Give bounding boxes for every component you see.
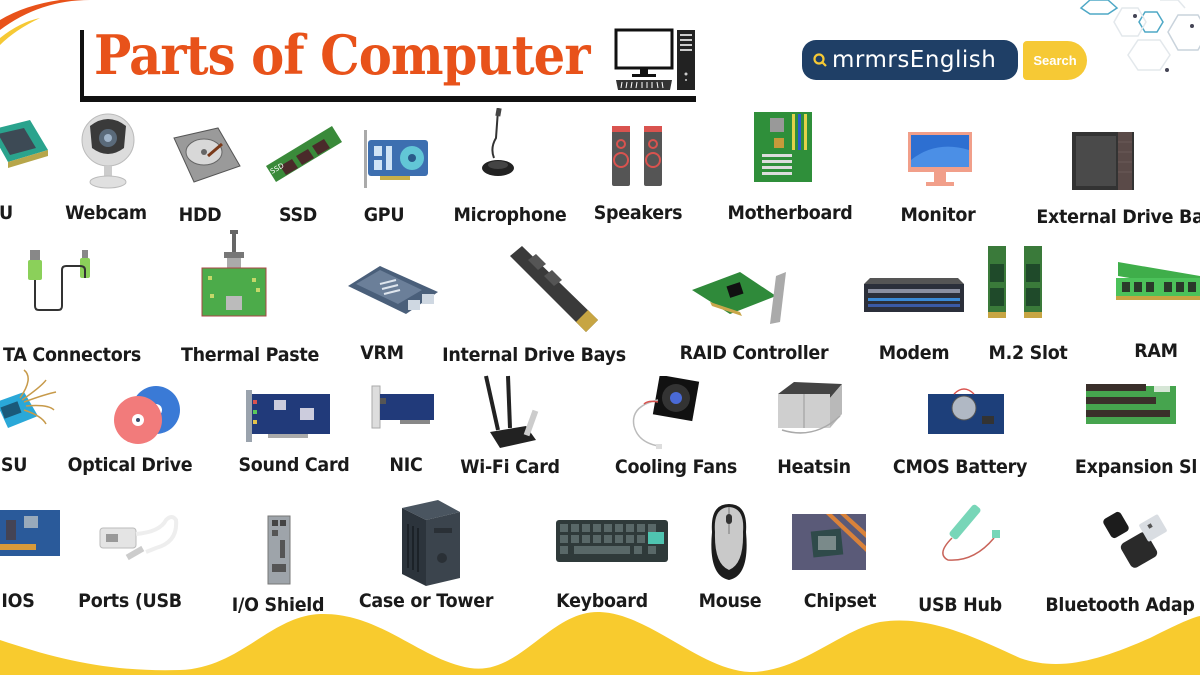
part-label-optical-drive: Optical Drive <box>67 454 193 476</box>
ssd-icon: SSD <box>266 126 342 182</box>
part-label-expansion-slots: Expansion Sl <box>1074 456 1198 478</box>
title-frame-left <box>80 30 84 102</box>
sound-card-icon <box>246 390 330 442</box>
part-label-case-or-tower: Case or Tower <box>358 590 494 612</box>
part-label-modem: Modem <box>878 342 950 364</box>
graphics-card-icon <box>364 130 428 188</box>
thermal-paste-icon <box>201 230 267 317</box>
part-label-ram: RAM <box>1134 340 1178 362</box>
chipset-icon <box>792 514 866 570</box>
part-label-internal-drive-bays: Internal Drive Bays <box>442 344 626 366</box>
part-label-ports-usb: Ports (USB <box>78 590 182 612</box>
part-label-ssd: SSD <box>278 204 318 226</box>
computer-tower-icon <box>402 500 460 586</box>
hexagon-decoration <box>1079 0 1200 72</box>
part-label-psu: SU <box>0 454 28 476</box>
bluetooth-adapter-icon <box>1103 511 1167 568</box>
network-card-icon <box>371 385 434 429</box>
part-label-monitor: Monitor <box>900 204 976 226</box>
part-label-nic: NIC <box>389 454 423 476</box>
cmos-battery-icon <box>928 388 1004 434</box>
modem-icon <box>864 278 964 312</box>
desktop-computer-icon <box>614 28 695 90</box>
part-label-webcam: Webcam <box>65 202 147 224</box>
search-query-text: mrmrsEnglish <box>832 47 997 73</box>
part-label-chipset: Chipset <box>803 590 877 612</box>
part-label-cmos-battery: CMOS Battery <box>892 456 1028 478</box>
sata-cable-icon <box>28 250 90 311</box>
raid-controller-icon <box>692 272 786 324</box>
part-label-heatsink: Heatsin <box>777 456 851 478</box>
part-label-speakers: Speakers <box>593 202 683 224</box>
bios-chip-icon <box>0 510 60 556</box>
part-label-microphone: Microphone <box>453 204 567 226</box>
internal-drive-icon <box>510 246 598 332</box>
part-label-raid-controller: RAID Controller <box>679 342 829 364</box>
part-label-gpu: GPU <box>363 204 405 226</box>
search-icon <box>813 53 827 67</box>
part-label-wifi-card: Wi-Fi Card <box>460 456 560 478</box>
part-label-external-drive-bay: External Drive Ba <box>1036 206 1200 228</box>
part-label-cpu: U <box>0 202 13 224</box>
psu-icon <box>0 369 57 428</box>
monitor-icon <box>908 132 972 186</box>
part-label-hdd: HDD <box>178 204 222 226</box>
mouse-icon <box>711 504 747 580</box>
ram-icon <box>1116 262 1200 300</box>
part-label-cooling-fans: Cooling Fans <box>614 456 738 478</box>
page-title: Parts of Computer <box>94 23 591 87</box>
microphone-icon <box>482 108 514 176</box>
wifi-card-icon <box>484 375 539 448</box>
part-label-sound-card: Sound Card <box>238 454 350 476</box>
io-shield-icon <box>267 515 291 585</box>
usb-adapter-icon <box>99 515 179 561</box>
bottom-wave-decoration <box>0 611 1200 675</box>
cooling-fan-icon <box>632 376 700 449</box>
part-label-mouse: Mouse <box>698 590 762 612</box>
vrm-icon <box>348 266 438 314</box>
keyboard-icon <box>556 520 668 562</box>
webcam-icon <box>81 113 135 189</box>
part-label-motherboard: Motherboard <box>727 202 853 224</box>
search-box[interactable]: mrmrsEnglish <box>802 40 1018 80</box>
speakers-icon <box>612 126 662 186</box>
part-label-vrm: VRM <box>360 342 404 364</box>
m2-slot-icon <box>988 246 1042 318</box>
cpu-chip-icon <box>0 120 48 168</box>
external-drive-bay-icon <box>1072 132 1134 190</box>
part-label-keyboard: Keyboard <box>556 590 648 612</box>
title-underline <box>80 96 696 102</box>
part-label-thermal-paste: Thermal Paste <box>180 344 320 366</box>
usb-hub-icon <box>942 504 1000 561</box>
part-label-sata-connectors: TA Connectors <box>3 344 141 366</box>
optical-disc-icon <box>114 386 180 444</box>
heatsink-icon <box>778 382 842 434</box>
part-label-m2-slot: M.2 Slot <box>988 342 1068 364</box>
expansion-slot-icon <box>1086 384 1176 424</box>
motherboard-icon <box>754 112 812 182</box>
part-label-bios: IOS <box>1 590 35 612</box>
hard-disk-icon <box>173 127 241 183</box>
